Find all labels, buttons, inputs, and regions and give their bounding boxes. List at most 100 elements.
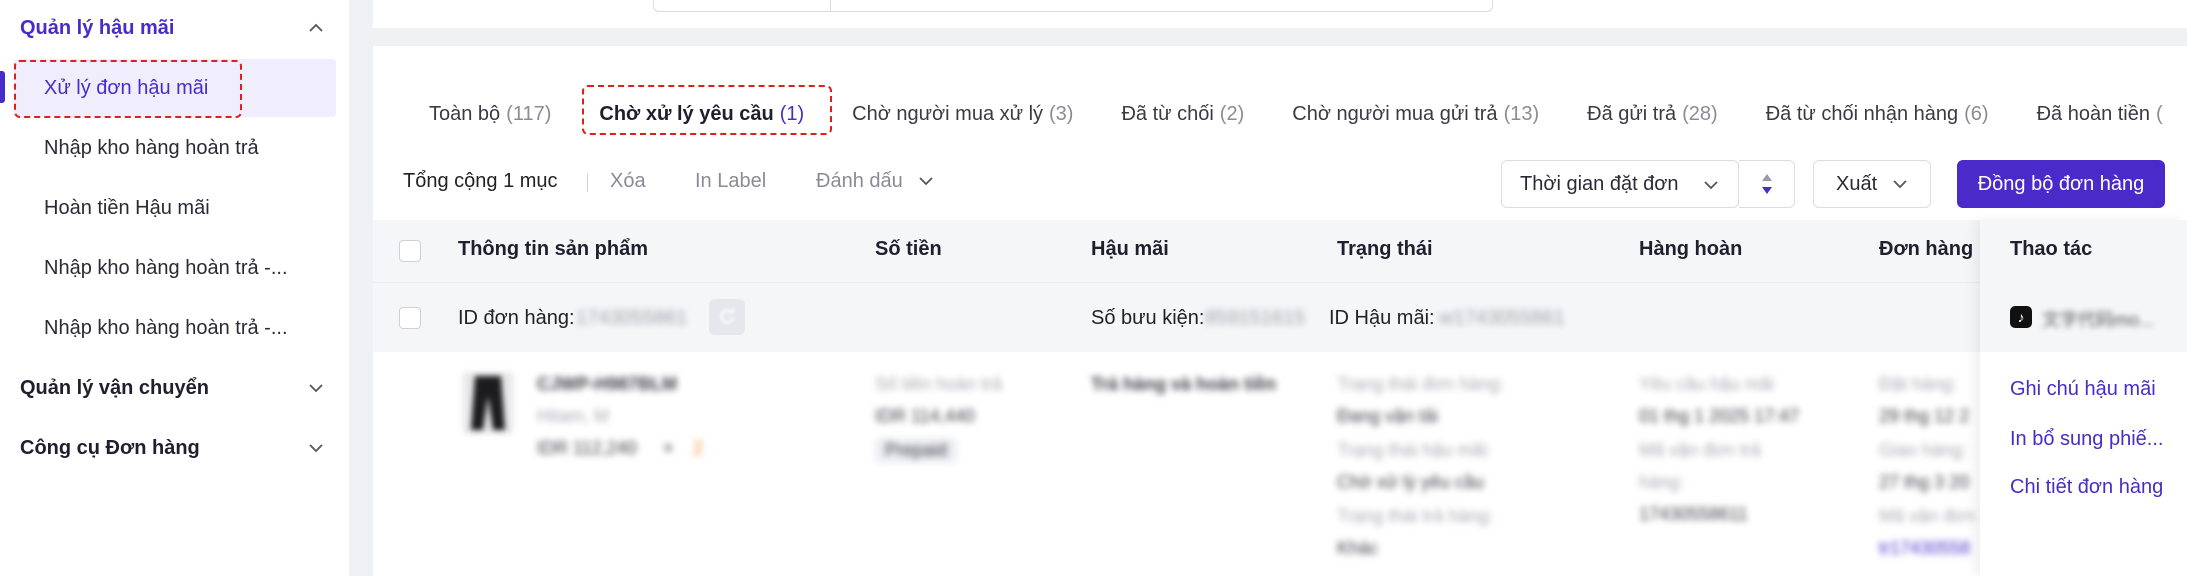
status-tabs: Toàn bộ (117) Chờ xử lý yêu cầu (1) Chờ ng… — [373, 86, 2187, 142]
tab-label: Chờ xử lý yêu cầu — [599, 102, 774, 125]
export-label: Xuất — [1836, 172, 1878, 195]
tab-count: ( — [2156, 102, 2163, 125]
sidebar-item-label: Nhập kho hàng hoàn trả — [44, 136, 259, 159]
sidebar-item-return-stock-in[interactable]: Nhập kho hàng hoàn trả — [14, 119, 336, 177]
as-status-label: Trạng thái hậu mãi: — [1337, 440, 1492, 460]
tab-count: (13) — [1503, 102, 1540, 125]
print-label-button[interactable]: In Label — [695, 170, 766, 193]
mark-label: Đánh dấu — [816, 169, 903, 192]
tab-count: (1) — [779, 102, 805, 125]
order-status-value: Đang vận tải — [1337, 406, 1439, 426]
sort-icon — [1761, 174, 1772, 194]
select-value: Thời gian đặt đơn — [1520, 172, 1679, 195]
toolbar-divider — [587, 174, 588, 192]
tab-label: Đã hoàn tiền — [2036, 102, 2150, 125]
tab-label: Chờ người mua xử lý — [852, 102, 1044, 125]
product-variant: Hitam, M — [537, 406, 609, 426]
refresh-button[interactable] — [709, 299, 745, 335]
delete-button[interactable]: Xóa — [610, 170, 646, 193]
as-status-value: Chờ xử lý yêu cầu — [1337, 472, 1484, 492]
sidebar-item-return-stock-in-3[interactable]: Nhập kho hàng hoàn trả -... — [14, 299, 336, 357]
product-sku: CJWP-H987BLM — [537, 374, 678, 394]
parcel-value: 859151615 — [1205, 307, 1306, 329]
sync-orders-button[interactable]: Đồng bộ đơn hàng — [1957, 160, 2165, 208]
tiktok-icon: ♪ — [2010, 306, 2032, 328]
sidebar: Quản lý hậu mãi Xử lý đơn hậu mãi Nhập k… — [0, 0, 349, 576]
order-detail-link[interactable]: Chi tiết đơn hàng — [2010, 476, 2163, 499]
sidebar-item-label: Nhập kho hàng hoàn trả -... — [44, 256, 288, 279]
tab-all[interactable]: Toàn bộ (117) — [373, 86, 575, 142]
select-all-checkbox[interactable] — [399, 240, 421, 262]
order-time-select[interactable]: Thời gian đặt đơn — [1501, 160, 1739, 208]
sidebar-item-label: Xử lý đơn hậu mãi — [44, 76, 209, 99]
tab-rejected[interactable]: Đã từ chối (2) — [1097, 86, 1268, 142]
sidebar-item-return-stock-in-2[interactable]: Nhập kho hàng hoàn trả -... — [14, 239, 336, 297]
parcel-label: Số bưu kiện: — [1091, 307, 1205, 329]
order-tracking-value[interactable]: tr17430558 — [1879, 538, 1970, 559]
tab-returned[interactable]: Đã gửi trả (28) — [1563, 86, 1742, 142]
col-product: Thông tin sản phẩm — [458, 238, 648, 260]
refresh-icon — [720, 308, 734, 324]
tab-waiting-buyer[interactable]: Chờ người mua xử lý (3) — [828, 86, 1097, 142]
active-indicator — [0, 71, 5, 103]
tab-count: (3) — [1049, 102, 1074, 125]
product-price: IDR 112,240 — [537, 438, 637, 458]
tab-label: Đã từ chối — [1121, 102, 1214, 125]
total-count: Tổng cộng 1 mục — [403, 170, 558, 192]
tab-label: Chờ người mua gửi trả — [1292, 102, 1498, 125]
print-extra-slip-link[interactable]: In bổ sung phiế... — [2010, 428, 2163, 451]
tab-count: (2) — [1219, 102, 1245, 125]
row-checkbox[interactable] — [399, 307, 421, 329]
filter-strip — [373, 0, 2187, 28]
filter-field[interactable] — [653, 0, 1493, 12]
ordered-label: Đặt hàng: — [1879, 374, 1958, 394]
nav-group-after-sales[interactable]: Quản lý hậu mãi — [20, 8, 329, 48]
order-id-value: 1743055861 — [576, 307, 688, 329]
main-panel: Toàn bộ (117) Chờ xử lý yêu cầu (1) Chờ ng… — [373, 46, 2187, 576]
payment-badge: Prepaid — [875, 438, 958, 463]
col-order: Đơn hàng — [1879, 238, 1974, 260]
toolbar: Tổng cộng 1 mục Xóa In Label Đánh dấu Th… — [373, 156, 2187, 208]
actions-column: Thao tác ♪ 文字代码mo... Ghi chú hậu mãi In … — [1980, 220, 2187, 576]
tab-waiting-return[interactable]: Chờ người mua gửi trả (13) — [1268, 86, 1563, 142]
nav-group-label: Công cụ Đơn hàng — [20, 436, 200, 459]
field-divider — [830, 0, 831, 12]
tab-pending-request[interactable]: Chờ xử lý yêu cầu (1) — [575, 86, 828, 142]
sort-toggle[interactable] — [1739, 160, 1795, 208]
after-sales-note-link[interactable]: Ghi chú hậu mãi — [2010, 378, 2156, 401]
mark-dropdown[interactable]: Đánh dấu — [816, 168, 939, 194]
chevron-down-icon — [913, 168, 939, 194]
sidebar-item-after-sales-refund[interactable]: Hoàn tiền Hậu mãi — [14, 179, 336, 237]
return-status-label: Trạng thái trả hàng: — [1337, 506, 1494, 526]
col-return-goods: Hàng hoàn — [1639, 238, 1743, 260]
request-label: Yêu cầu hậu mãi — [1639, 374, 1775, 394]
nav-group-label: Quản lý hậu mãi — [20, 16, 175, 39]
sidebar-item-process-after-sales[interactable]: Xử lý đơn hậu mãi — [14, 59, 336, 117]
times-sign: × — [663, 438, 674, 458]
product-thumbnail — [463, 372, 513, 434]
tracking-label-2: hàng: — [1639, 472, 1685, 492]
tab-refunded[interactable]: Đã hoàn tiền ( — [2013, 86, 2187, 142]
order-status-label: Trạng thái đơn hàng: — [1337, 374, 1505, 394]
nav-group-order-tools[interactable]: Công cụ Đơn hàng — [20, 428, 329, 468]
sidebar-item-label: Hoàn tiền Hậu mãi — [44, 196, 210, 219]
request-value: 01 thg 1 2025 17:47 — [1639, 406, 1800, 426]
tab-label: Toàn bộ — [429, 102, 501, 125]
chevron-down-icon — [1887, 171, 1913, 197]
nav-group-label: Quản lý vận chuyển — [20, 376, 209, 399]
ordered-value: 29 thg 12 2 — [1879, 406, 1970, 426]
product-qty: 2 — [693, 438, 704, 458]
col-actions: Thao tác — [2010, 238, 2093, 260]
order-tracking-label: Mã vận đơn — [1879, 506, 1975, 526]
col-amount: Số tiền — [875, 238, 942, 260]
shop-cell: ♪ 文字代码mo... — [1980, 282, 2187, 352]
nav-group-shipping[interactable]: Quản lý vận chuyển — [20, 368, 329, 408]
table-header: Thông tin sản phẩm Số tiền Hậu mãi Trạng… — [373, 220, 2187, 282]
return-status-value: Khác — [1337, 538, 1379, 558]
export-dropdown[interactable]: Xuất — [1813, 160, 1931, 208]
tracking-label: Mã vận đơn trả — [1639, 440, 1761, 460]
tab-refused-receipt[interactable]: Đã từ chối nhận hàng (6) — [1742, 86, 2013, 142]
delivered-label: Giao hàng: — [1879, 440, 1968, 460]
tab-count: (6) — [1964, 102, 1989, 125]
tab-count: (28) — [1682, 102, 1718, 125]
